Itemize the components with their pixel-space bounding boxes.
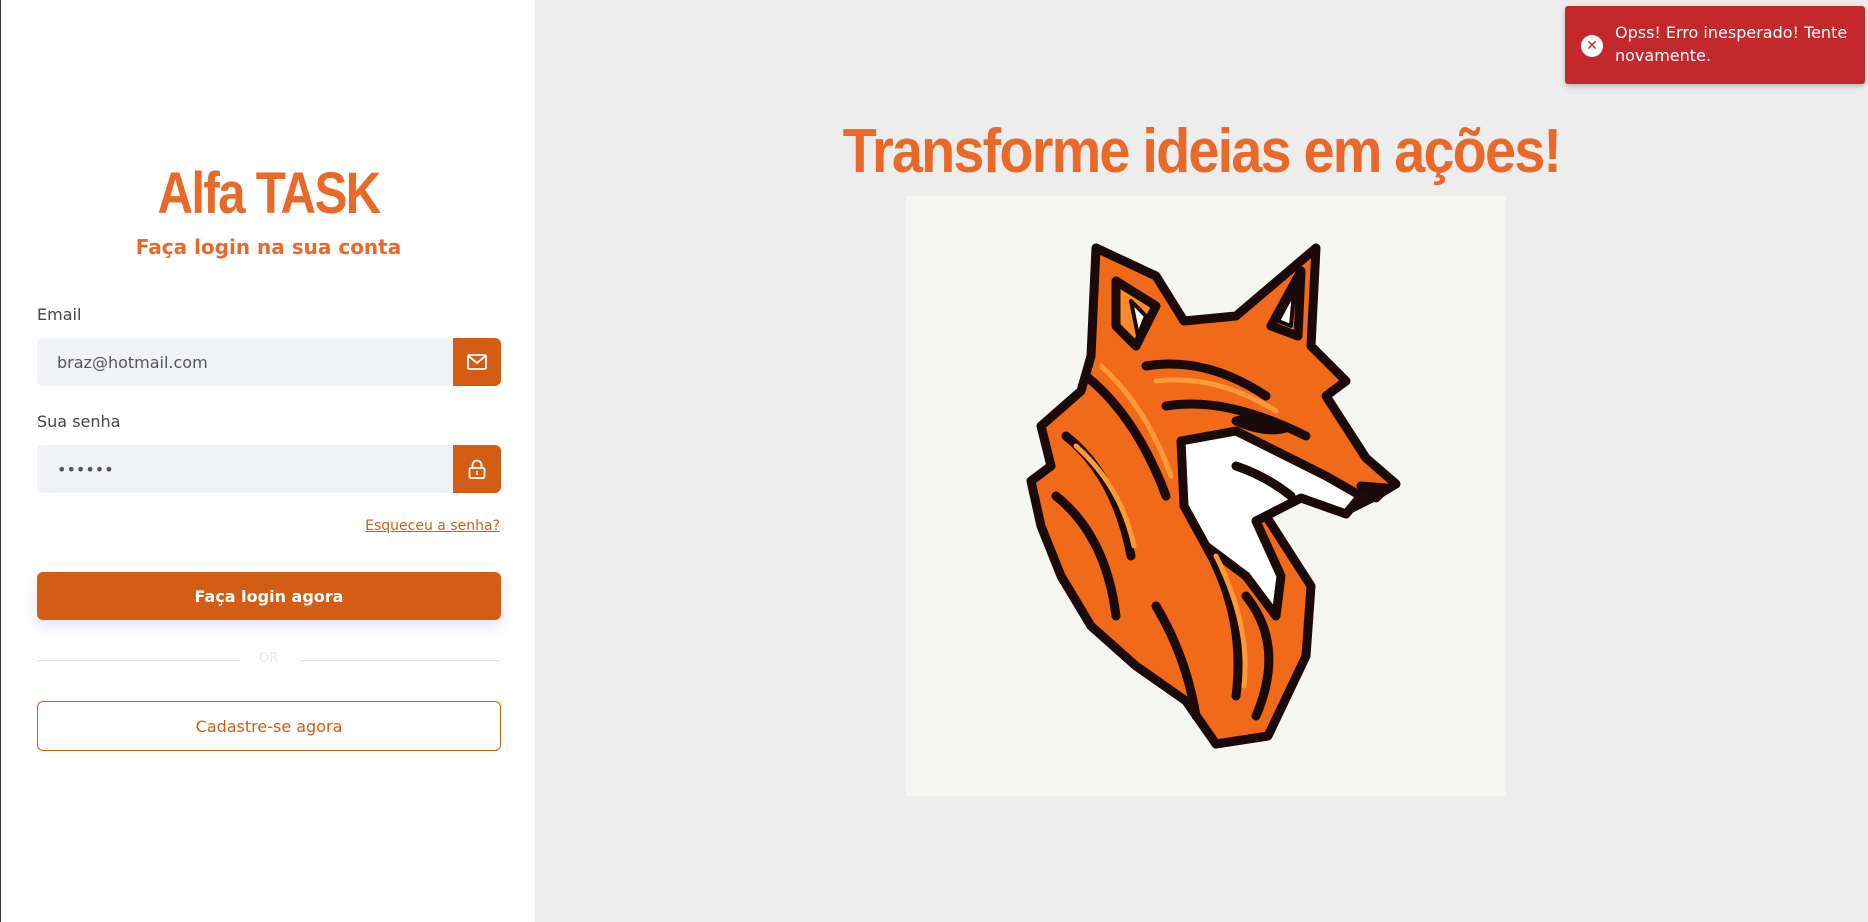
lock-icon [453, 445, 501, 493]
fox-logo-icon [1026, 243, 1401, 749]
error-toast[interactable]: ✕ Opss! Erro inesperado! Tente novamente… [1565, 6, 1865, 84]
login-button[interactable]: Faça login agora [37, 572, 501, 620]
password-field[interactable] [37, 445, 453, 493]
fox-image [906, 196, 1506, 796]
email-label: Email [37, 305, 82, 324]
mail-icon [453, 338, 501, 386]
email-field-wrapper [37, 338, 501, 386]
close-circle-icon[interactable]: ✕ [1581, 35, 1603, 57]
login-panel: Alfa TASK Faça login na sua conta Email … [0, 0, 535, 922]
email-field[interactable] [37, 338, 453, 386]
password-label: Sua senha [37, 412, 121, 431]
toast-message: Opss! Erro inesperado! Tente novamente. [1615, 23, 1848, 65]
hero-title: Transforme ideias em ações! [842, 117, 1562, 186]
password-field-wrapper [37, 445, 501, 493]
forgot-password-link[interactable]: Esqueceu a senha? [365, 518, 500, 534]
brand-title: Alfa TASK [157, 161, 381, 226]
divider-or: OR [258, 651, 279, 666]
signup-button[interactable]: Cadastre-se agora [37, 701, 501, 751]
divider-right [299, 660, 501, 661]
login-subtitle: Faça login na sua conta [135, 235, 402, 259]
